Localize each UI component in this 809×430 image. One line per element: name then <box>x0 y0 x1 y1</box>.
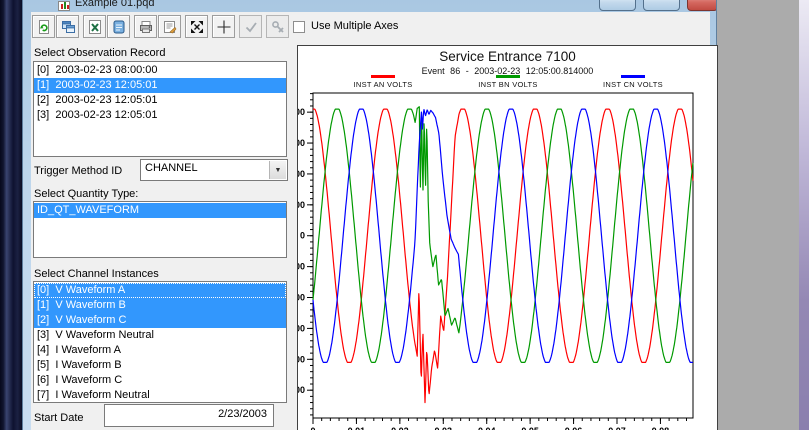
client-area: Use Multiple Axes Select Observation Rec… <box>31 12 710 430</box>
refresh-report-button[interactable] <box>32 15 55 38</box>
minimize-button[interactable] <box>599 0 636 11</box>
svg-text:-400: -400 <box>298 354 305 364</box>
trigger-method-value: CHANNEL <box>145 162 198 174</box>
svg-text:400: 400 <box>298 107 305 117</box>
export-excel-icon <box>87 19 103 35</box>
start-date-label: Start Date <box>34 412 84 424</box>
list-item[interactable]: [2] V Waveform C <box>34 313 286 328</box>
list-item[interactable]: [5] I Waveform B <box>34 358 286 373</box>
svg-text:-100: -100 <box>298 262 305 272</box>
svg-text:0.01: 0.01 <box>348 426 366 430</box>
app-icon <box>58 1 70 11</box>
list-item[interactable]: [1] 2003-02-23 12:05:01 <box>34 78 286 93</box>
svg-text:0.08: 0.08 <box>652 426 670 430</box>
channel-instances-label: Select Channel Instances <box>34 268 159 280</box>
waveform-plot[interactable]: 400 300 200 100 0 -100 -200 -300 -400 -500 0 0.01 0.… <box>298 46 718 430</box>
check-icon <box>243 19 259 35</box>
svg-text:-300: -300 <box>298 323 305 333</box>
desktop-background-right <box>717 0 799 430</box>
svg-text:200: 200 <box>298 169 305 179</box>
list-item[interactable]: ID_QT_WAVEFORM <box>34 203 286 218</box>
notes-button[interactable] <box>107 15 130 38</box>
quantity-type-label: Select Quantity Type: <box>34 188 138 200</box>
close-button[interactable] <box>687 0 716 11</box>
export-excel-button[interactable] <box>83 15 106 38</box>
tools-icon <box>270 19 286 35</box>
desktop-background-left <box>0 0 22 430</box>
app-window: Example 01.pqd <box>22 0 717 430</box>
crosshair-button[interactable] <box>212 15 235 38</box>
maximize-button[interactable] <box>643 0 680 11</box>
start-date-input[interactable]: 2/23/2003 <box>104 404 274 427</box>
tools-button[interactable] <box>266 15 289 38</box>
print-button[interactable] <box>134 15 157 38</box>
check-button[interactable] <box>239 15 262 38</box>
list-item[interactable]: [7] I Waveform Neutral <box>34 388 286 403</box>
svg-text:0: 0 <box>300 231 305 241</box>
observation-record-list[interactable]: [0] 2003-02-23 08:00:00[1] 2003-02-23 12… <box>33 61 287 157</box>
notes-icon <box>111 19 127 35</box>
list-item[interactable]: [1] V Waveform B <box>34 298 286 313</box>
toolbar: Use Multiple Axes <box>31 12 710 43</box>
window-title: Example 01.pqd <box>75 0 155 9</box>
list-item[interactable]: [3] V Waveform Neutral <box>34 328 286 343</box>
svg-text:0.06: 0.06 <box>565 426 583 430</box>
svg-text:-500: -500 <box>298 385 305 395</box>
refresh-report-icon <box>36 19 52 35</box>
list-item[interactable]: [3] 2003-02-23 12:05:01 <box>34 108 286 123</box>
trigger-method-label: Trigger Method ID <box>34 165 122 177</box>
zoom-full-extent-icon <box>189 19 205 35</box>
properties-button[interactable] <box>158 15 181 38</box>
use-multiple-axes-label: Use Multiple Axes <box>311 20 398 32</box>
svg-text:0.03: 0.03 <box>435 426 453 430</box>
chevron-down-icon: ▼ <box>275 167 282 174</box>
list-item[interactable]: [0] 2003-02-23 08:00:00 <box>34 63 286 78</box>
list-item[interactable]: [2] 2003-02-23 12:05:01 <box>34 93 286 108</box>
svg-text:0.07: 0.07 <box>608 426 626 430</box>
svg-text:-200: -200 <box>298 293 305 303</box>
titlebar[interactable]: Example 01.pqd <box>23 0 716 12</box>
use-multiple-axes-checkbox[interactable] <box>293 21 305 33</box>
cascade-windows-button[interactable] <box>56 15 79 38</box>
svg-text:0: 0 <box>310 426 315 430</box>
list-item[interactable]: [4] I Waveform A <box>34 343 286 358</box>
quantity-type-list[interactable]: ID_QT_WAVEFORM <box>33 201 287 258</box>
screen: Example 01.pqd <box>0 0 809 430</box>
svg-text:0.04: 0.04 <box>478 426 496 430</box>
combo-dropdown-button[interactable]: ▼ <box>269 161 286 179</box>
svg-text:0.05: 0.05 <box>521 426 539 430</box>
svg-text:300: 300 <box>298 138 305 148</box>
desktop-background-edge <box>799 0 809 430</box>
svg-text:100: 100 <box>298 200 305 210</box>
channel-instances-list[interactable]: [0] V Waveform A[1] V Waveform B[2] V Wa… <box>33 281 287 403</box>
properties-icon <box>162 19 178 35</box>
trigger-method-combobox[interactable]: CHANNEL ▼ <box>140 159 288 181</box>
svg-text:0.02: 0.02 <box>391 426 409 430</box>
list-item[interactable]: [0] V Waveform A <box>34 283 286 298</box>
zoom-full-extent-button[interactable] <box>185 15 208 38</box>
cascade-windows-icon <box>60 19 76 35</box>
crosshair-icon <box>216 19 232 35</box>
observation-record-label: Select Observation Record <box>34 47 165 59</box>
list-item[interactable]: [6] I Waveform C <box>34 373 286 388</box>
chart-panel: Service Entrance 7100 Event 86 - 2003-02… <box>297 45 718 430</box>
print-icon <box>138 19 154 35</box>
